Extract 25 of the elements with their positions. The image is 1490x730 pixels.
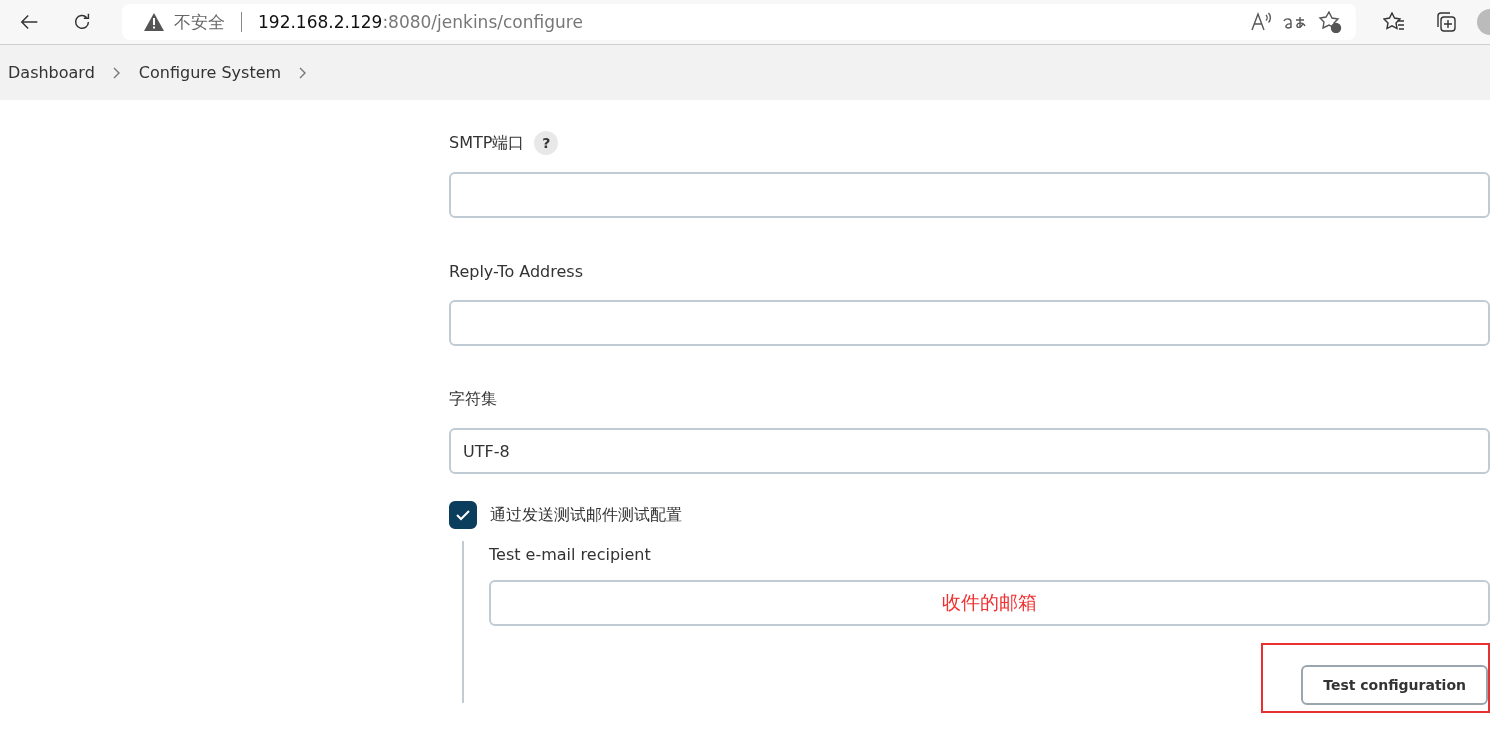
input-field[interactable]: UTF-8 — [449, 428, 1490, 474]
input-field[interactable] — [489, 580, 1490, 626]
warning-icon — [144, 13, 164, 31]
url-text: 192.168.2.129:8080/jenkins/configure — [258, 12, 584, 32]
checkbox-label: 通过发送测试邮件测试配置 — [490, 504, 682, 526]
annotation-text: 收件的邮箱 — [942, 590, 1037, 615]
add-favorite-icon[interactable] — [1318, 11, 1342, 33]
field-label: 字符集 — [449, 388, 497, 410]
field-label: Test e-mail recipient — [489, 545, 651, 564]
address-bar[interactable]: 不安全 192.168.2.129:8080/jenkins/configure — [122, 4, 1356, 40]
checkbox[interactable] — [449, 501, 477, 529]
checkmark-icon — [456, 509, 470, 521]
chevron-icon — [299, 66, 308, 79]
input-field[interactable] — [449, 300, 1490, 346]
security-label: 不安全 — [174, 10, 225, 34]
help-icon[interactable]: ? — [534, 131, 559, 155]
input-field[interactable] — [449, 172, 1490, 218]
breadcrumb-link[interactable]: Dashboard — [8, 63, 95, 82]
test-configuration-button[interactable]: Test configuration — [1301, 665, 1488, 705]
breadcrumb-link[interactable]: Configure System — [138, 63, 282, 82]
chevron-icon — [112, 66, 121, 79]
separator-icon — [241, 12, 242, 32]
read-aloud-icon[interactable] — [1250, 12, 1272, 32]
field-label: Reply-To Address — [449, 261, 583, 281]
field-label: SMTP端口 — [449, 132, 525, 154]
